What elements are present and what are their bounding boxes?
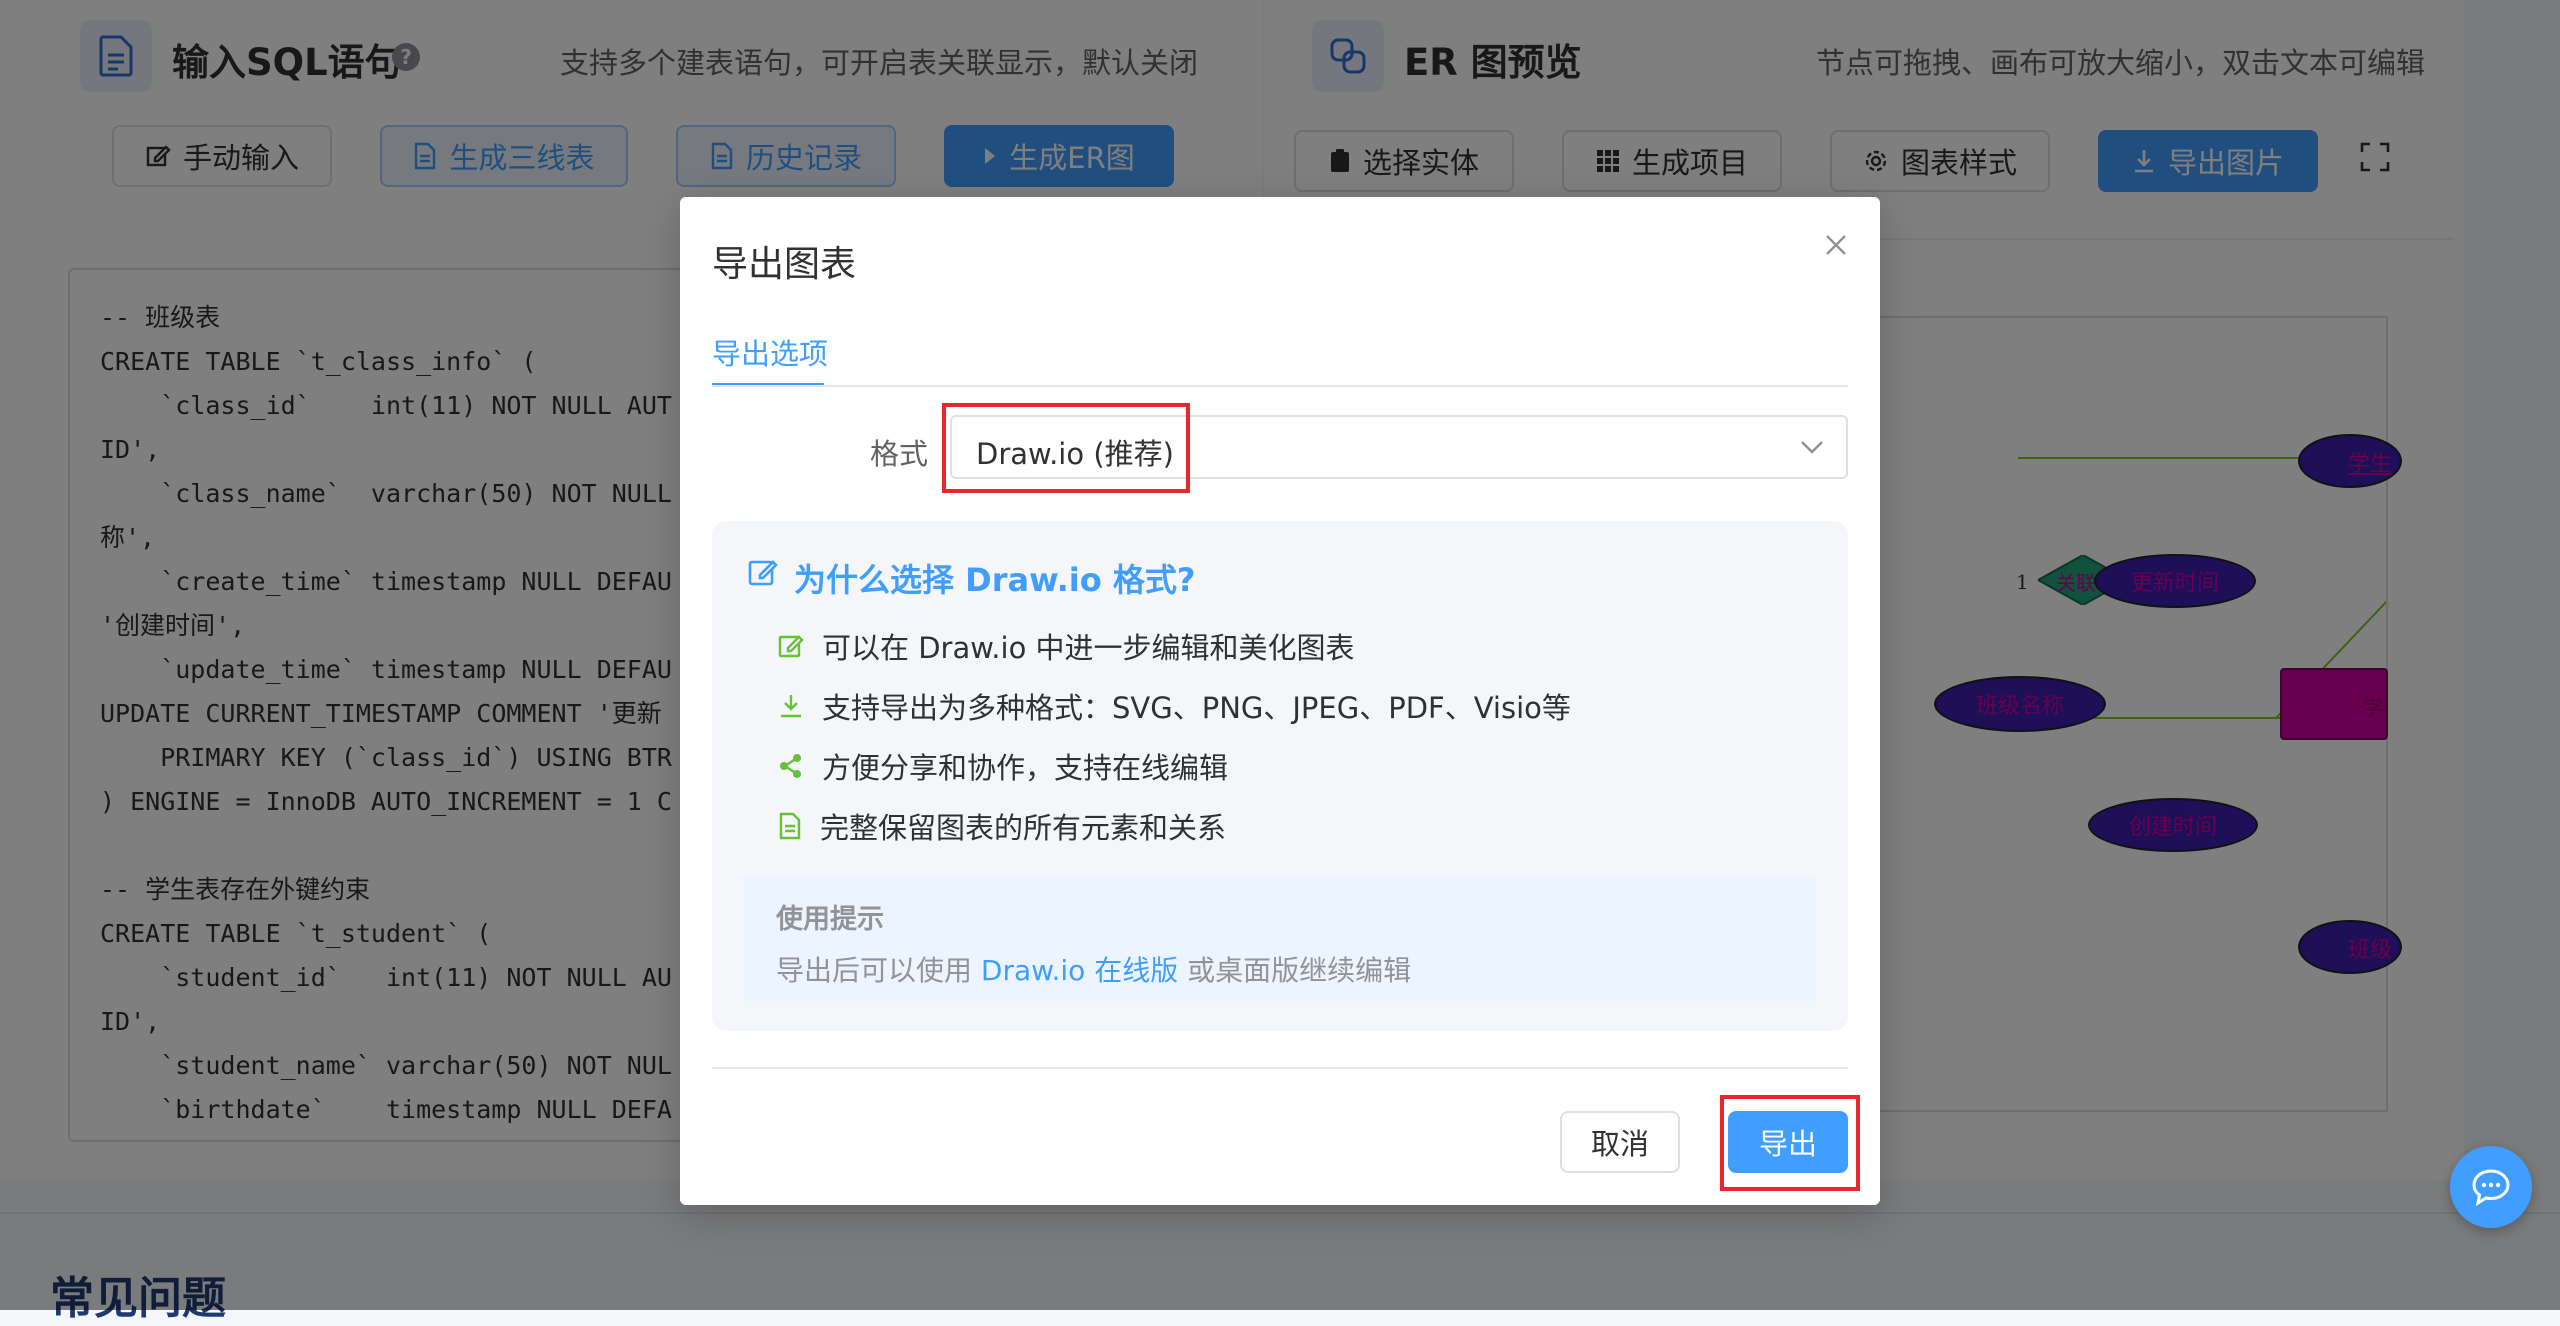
feature-label: 可以在 Draw.io 中进一步编辑和美化图表 [822, 631, 1355, 665]
feature-item-edit: 可以在 Draw.io 中进一步编辑和美化图表 [778, 625, 1355, 667]
feature-label: 方便分享和协作，支持在线编辑 [822, 751, 1229, 785]
dialog-title: 导出图表 [712, 244, 857, 285]
info-card: 为什么选择 Draw.io 格式? 可以在 Draw.io 中进一步编辑和美化图… [712, 521, 1848, 1031]
usage-tip: 使用提示 导出后可以使用 Draw.io 在线版 或桌面版继续编辑 [744, 877, 1816, 1001]
share-icon [778, 753, 804, 779]
export-dialog: 导出图表 导出选项 格式 Draw.io (推荐) 为什么选择 Draw.io … [680, 197, 1880, 1205]
cancel-label: 取消 [1590, 1127, 1649, 1161]
feature-item-share: 方便分享和协作，支持在线编辑 [778, 745, 1228, 787]
chat-icon [2471, 1168, 2511, 1206]
export-button-highlight [1720, 1095, 1860, 1191]
format-select-highlight [942, 403, 1190, 493]
dialog-footer-divider [712, 1067, 1848, 1069]
edit-icon [778, 633, 804, 659]
tab-export-options[interactable]: 导出选项 [712, 331, 828, 373]
info-card-title: 为什么选择 Draw.io 格式? [794, 561, 1196, 599]
drawio-online-link[interactable]: Draw.io 在线版 [981, 954, 1178, 987]
close-icon[interactable] [1820, 229, 1852, 261]
format-label: 格式 [870, 437, 929, 471]
feature-item-preserve: 完整保留图表的所有元素和关系 [778, 805, 1226, 847]
tab-divider [712, 385, 1848, 387]
feature-label: 完整保留图表的所有元素和关系 [820, 811, 1227, 845]
chat-fab[interactable] [2450, 1146, 2532, 1228]
feature-item-formats: 支持导出为多种格式：SVG、PNG、JPEG、PDF、Visio等 [778, 685, 1571, 727]
feature-label: 支持导出为多种格式：SVG、PNG、JPEG、PDF、Visio等 [822, 691, 1571, 725]
cancel-button[interactable]: 取消 [1560, 1111, 1680, 1173]
usage-tip-text: 导出后可以使用 Draw.io 在线版 或桌面版继续编辑 [776, 954, 1412, 987]
download-icon [778, 693, 804, 719]
edit-icon [748, 557, 778, 587]
chevron-down-icon [1800, 439, 1824, 455]
usage-tip-title: 使用提示 [776, 904, 884, 935]
document-icon [778, 812, 802, 840]
